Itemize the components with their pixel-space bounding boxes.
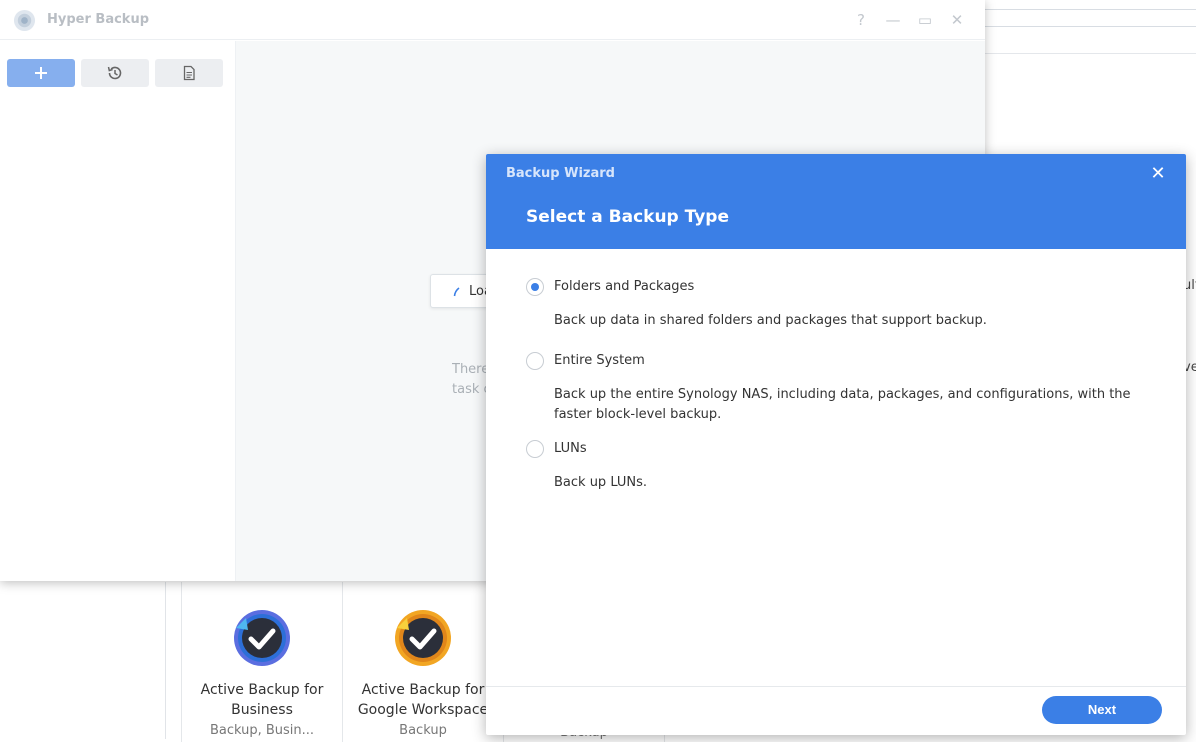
plus-icon — [35, 67, 47, 79]
minimize-icon[interactable]: — — [884, 10, 902, 30]
divider — [985, 26, 1196, 27]
window-titlebar[interactable]: Hyper Backup ? — ▭ ✕ — [0, 0, 985, 40]
wizard-title: Backup Wizard — [506, 166, 615, 181]
maximize-icon[interactable]: ▭ — [916, 10, 934, 30]
option-description: Back up LUNs. — [554, 475, 648, 490]
hyper-backup-logo-icon — [13, 9, 36, 32]
wizard-header: Backup Wizard ✕ Select a Backup Type — [486, 154, 1186, 249]
option-description: Back up the entire Synology NAS, includi… — [554, 387, 1131, 422]
option-description: Back up data in shared folders and packa… — [554, 313, 987, 328]
radio-button[interactable] — [526, 440, 544, 458]
active-backup-business-icon — [234, 610, 290, 666]
package-tile-active-backup-google[interactable]: Active Backup for Google Workspace Backu… — [342, 582, 504, 742]
restore-history-button[interactable] — [81, 59, 149, 87]
spinner-icon — [453, 287, 460, 297]
divider — [165, 582, 166, 739]
radio-button[interactable] — [526, 352, 544, 370]
log-button[interactable] — [155, 59, 223, 87]
divider — [985, 9, 1196, 10]
log-icon — [183, 65, 195, 81]
task-sidebar — [0, 41, 236, 581]
package-name: Active Backup for Google Workspace — [357, 682, 489, 718]
option-label: Folders and Packages — [554, 279, 695, 294]
footer-divider — [486, 686, 1186, 687]
close-icon[interactable]: ✕ — [948, 10, 966, 30]
help-icon[interactable]: ? — [852, 10, 870, 30]
wizard-step-title: Select a Backup Type — [526, 207, 730, 227]
backup-wizard-dialog: Backup Wizard ✕ Select a Backup Type Fol… — [486, 154, 1186, 735]
divider — [985, 53, 1196, 54]
option-label: Entire System — [554, 353, 645, 368]
package-category: Backup, Busin... — [209, 723, 315, 738]
close-icon[interactable]: ✕ — [1148, 164, 1168, 184]
history-icon — [107, 66, 122, 80]
active-backup-google-icon — [395, 610, 451, 666]
add-task-button[interactable] — [7, 59, 75, 87]
package-name: Active Backup for Business — [200, 682, 324, 718]
package-tile-active-backup-business[interactable]: Active Backup for Business Backup, Busin… — [181, 582, 343, 742]
option-label: LUNs — [554, 441, 587, 456]
package-category: Backup — [399, 723, 447, 738]
next-button[interactable]: Next — [1042, 696, 1162, 724]
radio-button-selected[interactable] — [526, 278, 544, 296]
window-title: Hyper Backup — [47, 12, 150, 27]
